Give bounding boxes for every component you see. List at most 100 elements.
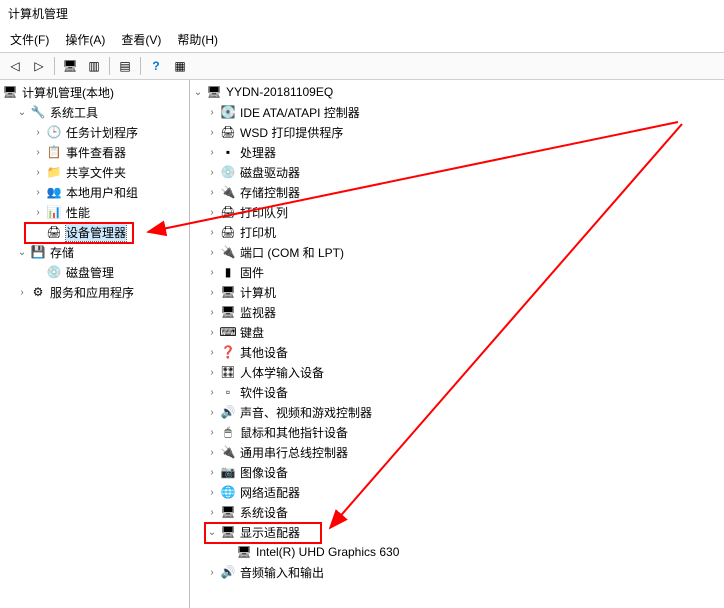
tree-audio[interactable]: ›🔊音频输入和输出 bbox=[190, 562, 724, 582]
tree-printer[interactable]: ›🖨打印机 bbox=[190, 222, 724, 242]
tree-firmware[interactable]: ›▮固件 bbox=[190, 262, 724, 282]
expander-blank bbox=[222, 546, 234, 558]
chevron-right-icon[interactable]: › bbox=[206, 266, 218, 278]
tree-print-queue[interactable]: ›🖨打印队列 bbox=[190, 202, 724, 222]
chevron-right-icon[interactable]: › bbox=[206, 406, 218, 418]
tree-hid[interactable]: ›🎛人体学输入设备 bbox=[190, 362, 724, 382]
chevron-down-icon[interactable]: ⌄ bbox=[16, 246, 28, 258]
tree-root-computer-management[interactable]: 🖥 计算机管理(本地) bbox=[0, 82, 189, 102]
tree-computer[interactable]: ›🖥计算机 bbox=[190, 282, 724, 302]
chevron-right-icon[interactable]: › bbox=[206, 146, 218, 158]
tree-ports[interactable]: ›🔌端口 (COM 和 LPT) bbox=[190, 242, 724, 262]
tree-disk-drive[interactable]: ›💿磁盘驱动器 bbox=[190, 162, 724, 182]
tree-storage-ctrl[interactable]: ›🔌存储控制器 bbox=[190, 182, 724, 202]
tree-label: 端口 (COM 和 LPT) bbox=[240, 244, 344, 261]
port-icon: 🔌 bbox=[220, 244, 236, 260]
tree-device-manager[interactable]: 🖨 设备管理器 bbox=[0, 222, 189, 242]
tree-label: 音频输入和输出 bbox=[240, 564, 324, 581]
tree-imaging[interactable]: ›📷图像设备 bbox=[190, 462, 724, 482]
chevron-right-icon[interactable]: › bbox=[32, 166, 44, 178]
chevron-right-icon[interactable]: › bbox=[206, 206, 218, 218]
tree-sound[interactable]: ›🔊声音、视频和游戏控制器 bbox=[190, 402, 724, 422]
tree-root-device[interactable]: ⌄ 🖥 YYDN-20181109EQ bbox=[190, 82, 724, 102]
toolbar-refresh-button[interactable]: ▦ bbox=[169, 55, 191, 77]
tree-local-users[interactable]: › 👥 本地用户和组 bbox=[0, 182, 189, 202]
chevron-down-icon[interactable]: ⌄ bbox=[192, 86, 204, 98]
chevron-right-icon[interactable]: › bbox=[206, 126, 218, 138]
chevron-right-icon[interactable]: › bbox=[206, 106, 218, 118]
other-devices-icon: ❓ bbox=[220, 344, 236, 360]
chevron-right-icon[interactable]: › bbox=[206, 486, 218, 498]
chevron-right-icon[interactable]: › bbox=[206, 386, 218, 398]
chevron-right-icon[interactable]: › bbox=[206, 186, 218, 198]
tree-label: 磁盘驱动器 bbox=[240, 164, 300, 181]
folder-shared-icon: 📁 bbox=[46, 164, 62, 180]
chevron-right-icon[interactable]: › bbox=[206, 246, 218, 258]
toolbar-show-hide-button[interactable]: ▥ bbox=[83, 55, 105, 77]
tree-services[interactable]: › ⚙ 服务和应用程序 bbox=[0, 282, 189, 302]
tree-gpu[interactable]: 🖥Intel(R) UHD Graphics 630 bbox=[190, 542, 724, 562]
tree-storage[interactable]: ⌄ 💾 存储 bbox=[0, 242, 189, 262]
chevron-right-icon[interactable]: › bbox=[206, 306, 218, 318]
tree-performance[interactable]: › 📊 性能 bbox=[0, 202, 189, 222]
tree-shared-folders[interactable]: › 📁 共享文件夹 bbox=[0, 162, 189, 182]
tree-display-adapters[interactable]: ⌄🖥显示适配器 bbox=[190, 522, 724, 542]
tree-label: 显示适配器 bbox=[240, 524, 300, 541]
chevron-right-icon[interactable]: › bbox=[206, 166, 218, 178]
tree-event-viewer[interactable]: › 📋 事件查看器 bbox=[0, 142, 189, 162]
chevron-right-icon[interactable]: › bbox=[32, 146, 44, 158]
tree-keyboard[interactable]: ›⌨键盘 bbox=[190, 322, 724, 342]
toolbar-back-button[interactable]: ◁ bbox=[4, 55, 26, 77]
chevron-right-icon[interactable]: › bbox=[206, 446, 218, 458]
print-queue-icon: 🖨 bbox=[220, 204, 236, 220]
right-tree-pane[interactable]: ⌄ 🖥 YYDN-20181109EQ ›💽IDE ATA/ATAPI 控制器 … bbox=[190, 80, 724, 608]
panel-icon: ▥ bbox=[88, 59, 99, 73]
tree-network[interactable]: ›🌐网络适配器 bbox=[190, 482, 724, 502]
chevron-right-icon[interactable]: › bbox=[206, 286, 218, 298]
menu-view[interactable]: 查看(V) bbox=[115, 29, 167, 50]
tree-disk-management[interactable]: 💿 磁盘管理 bbox=[0, 262, 189, 282]
menu-action[interactable]: 操作(A) bbox=[59, 29, 111, 50]
chevron-right-icon[interactable]: › bbox=[32, 126, 44, 138]
chevron-right-icon[interactable]: › bbox=[206, 466, 218, 478]
left-tree-pane[interactable]: 🖥 计算机管理(本地) ⌄ 🔧 系统工具 › 🕒 任务计划程序 › 📋 事件查看… bbox=[0, 80, 190, 608]
tree-task-scheduler[interactable]: › 🕒 任务计划程序 bbox=[0, 122, 189, 142]
menu-file[interactable]: 文件(F) bbox=[4, 29, 55, 50]
tree-system-tools[interactable]: ⌄ 🔧 系统工具 bbox=[0, 102, 189, 122]
tree-usb[interactable]: ›🔌通用串行总线控制器 bbox=[190, 442, 724, 462]
hid-icon: 🎛 bbox=[220, 364, 236, 380]
chevron-right-icon[interactable]: › bbox=[206, 566, 218, 578]
tree-ide[interactable]: ›💽IDE ATA/ATAPI 控制器 bbox=[190, 102, 724, 122]
chevron-down-icon[interactable]: ⌄ bbox=[206, 526, 218, 538]
chevron-right-icon[interactable]: › bbox=[206, 326, 218, 338]
gpu-icon: 🖥 bbox=[236, 544, 252, 560]
users-icon: 👥 bbox=[46, 184, 62, 200]
chevron-right-icon[interactable]: › bbox=[206, 506, 218, 518]
tree-monitor[interactable]: ›🖥监视器 bbox=[190, 302, 724, 322]
chevron-right-icon[interactable]: › bbox=[16, 286, 28, 298]
chevron-right-icon[interactable]: › bbox=[32, 186, 44, 198]
chevron-down-icon[interactable]: ⌄ bbox=[16, 106, 28, 118]
tree-software[interactable]: ›▫软件设备 bbox=[190, 382, 724, 402]
tree-label: 通用串行总线控制器 bbox=[240, 444, 348, 461]
wrench-icon: 🔧 bbox=[30, 104, 46, 120]
mouse-icon: 🖱 bbox=[220, 424, 236, 440]
chevron-right-icon[interactable]: › bbox=[206, 366, 218, 378]
menu-help[interactable]: 帮助(H) bbox=[171, 29, 224, 50]
tree-other[interactable]: ›❓其他设备 bbox=[190, 342, 724, 362]
display-adapter-icon: 🖥 bbox=[220, 524, 236, 540]
tree-mouse[interactable]: ›🖱鼠标和其他指针设备 bbox=[190, 422, 724, 442]
chevron-right-icon[interactable]: › bbox=[206, 426, 218, 438]
tree-system-devices[interactable]: ›🖥系统设备 bbox=[190, 502, 724, 522]
chevron-right-icon[interactable]: › bbox=[32, 206, 44, 218]
tree-label: 存储控制器 bbox=[240, 184, 300, 201]
toolbar-help-button[interactable]: ? bbox=[145, 55, 167, 77]
toolbar-up-button[interactable]: 🖥 bbox=[59, 55, 81, 77]
chevron-right-icon[interactable]: › bbox=[206, 226, 218, 238]
expander-blank bbox=[32, 226, 44, 238]
tree-cpu[interactable]: ›▪处理器 bbox=[190, 142, 724, 162]
toolbar-forward-button[interactable]: ▷ bbox=[28, 55, 50, 77]
tree-wsd[interactable]: ›🖨WSD 打印提供程序 bbox=[190, 122, 724, 142]
toolbar-properties-button[interactable]: ▤ bbox=[114, 55, 136, 77]
chevron-right-icon[interactable]: › bbox=[206, 346, 218, 358]
